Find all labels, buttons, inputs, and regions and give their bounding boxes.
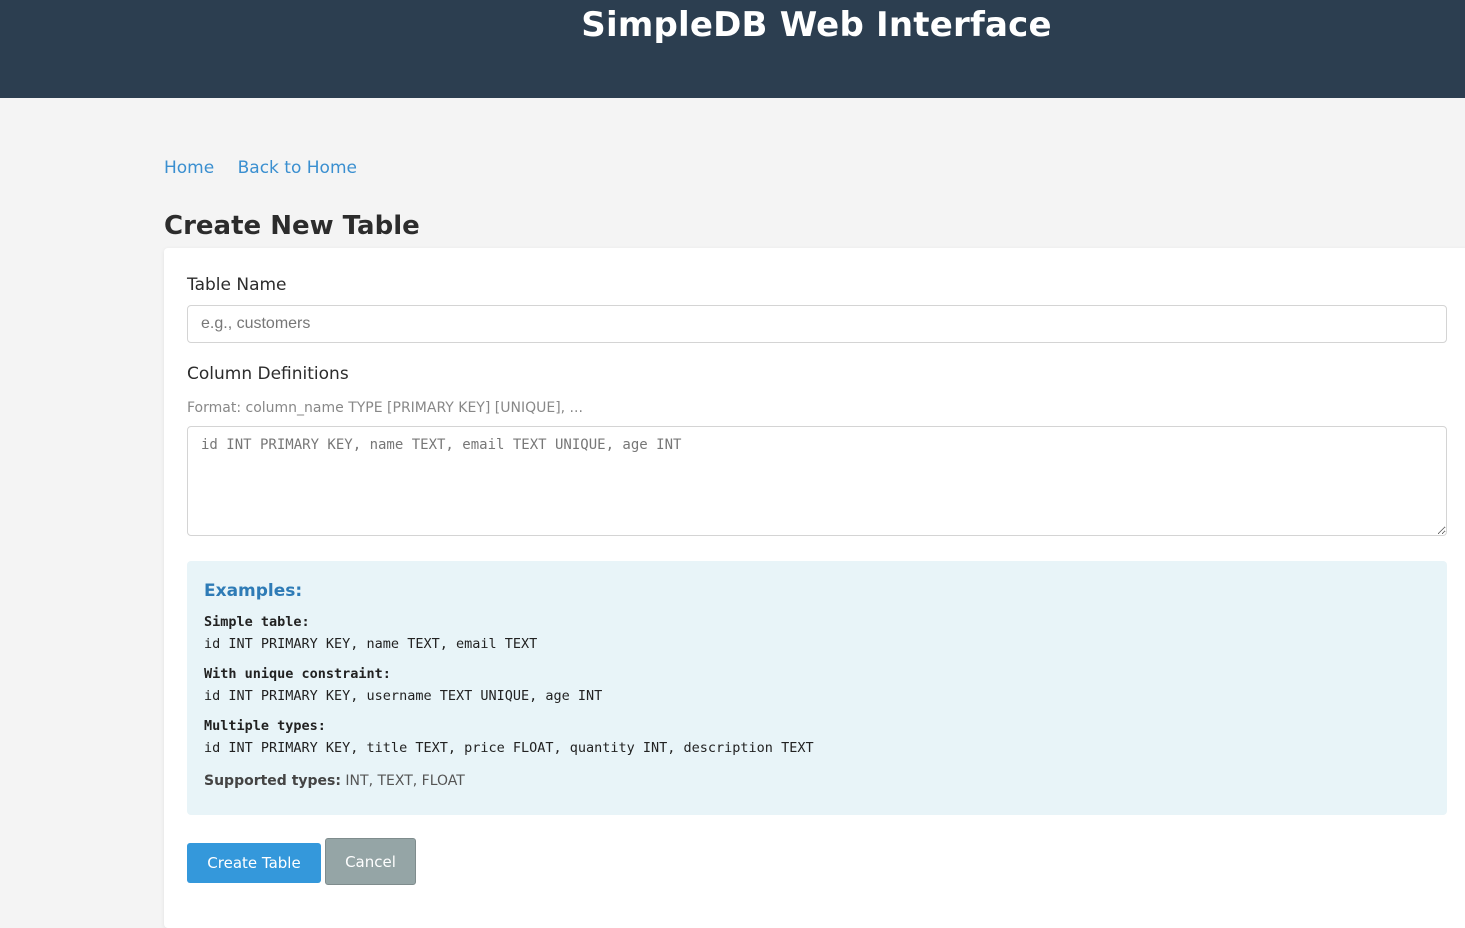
example-title: With unique constraint:: [204, 666, 391, 682]
supported-types: Supported types: INT, TEXT, FLOAT: [204, 773, 1430, 789]
example-title: Simple table:: [204, 614, 310, 630]
example-code: id INT PRIMARY KEY, title TEXT, price FL…: [204, 740, 814, 756]
page-title: Create New Table: [164, 211, 420, 241]
examples-box: Examples: Simple table: id INT PRIMARY K…: [187, 561, 1447, 815]
supported-types-label: Supported types:: [204, 773, 341, 789]
example-title: Multiple types:: [204, 718, 326, 734]
column-format-hint: Format: column_name TYPE [PRIMARY KEY] […: [187, 400, 583, 416]
nav-link-home[interactable]: Home: [164, 158, 214, 178]
create-table-form: Table Name Column Definitions Format: co…: [164, 248, 1465, 928]
table-name-input[interactable]: [187, 305, 1447, 343]
create-table-button[interactable]: Create Table: [187, 843, 321, 883]
column-definitions-label: Column Definitions: [187, 364, 349, 384]
app-header: SimpleDB Web Interface: [0, 0, 1465, 98]
table-name-label: Table Name: [187, 275, 287, 295]
app-title: SimpleDB Web Interface: [581, 5, 1052, 45]
nav-link-back-to-home[interactable]: Back to Home: [238, 158, 357, 178]
example-item: With unique constraint: id INT PRIMARY K…: [204, 663, 1430, 707]
column-definitions-textarea[interactable]: [187, 426, 1447, 536]
example-code: id INT PRIMARY KEY, name TEXT, email TEX…: [204, 636, 538, 652]
nav-bar: Home Back to Home: [164, 158, 375, 178]
example-item: Simple table: id INT PRIMARY KEY, name T…: [204, 611, 1430, 655]
examples-heading: Examples:: [204, 581, 303, 601]
example-item: Multiple types: id INT PRIMARY KEY, titl…: [204, 715, 1430, 759]
example-code: id INT PRIMARY KEY, username TEXT UNIQUE…: [204, 688, 603, 704]
cancel-button[interactable]: Cancel: [325, 838, 416, 885]
supported-types-value: INT, TEXT, FLOAT: [345, 773, 465, 789]
